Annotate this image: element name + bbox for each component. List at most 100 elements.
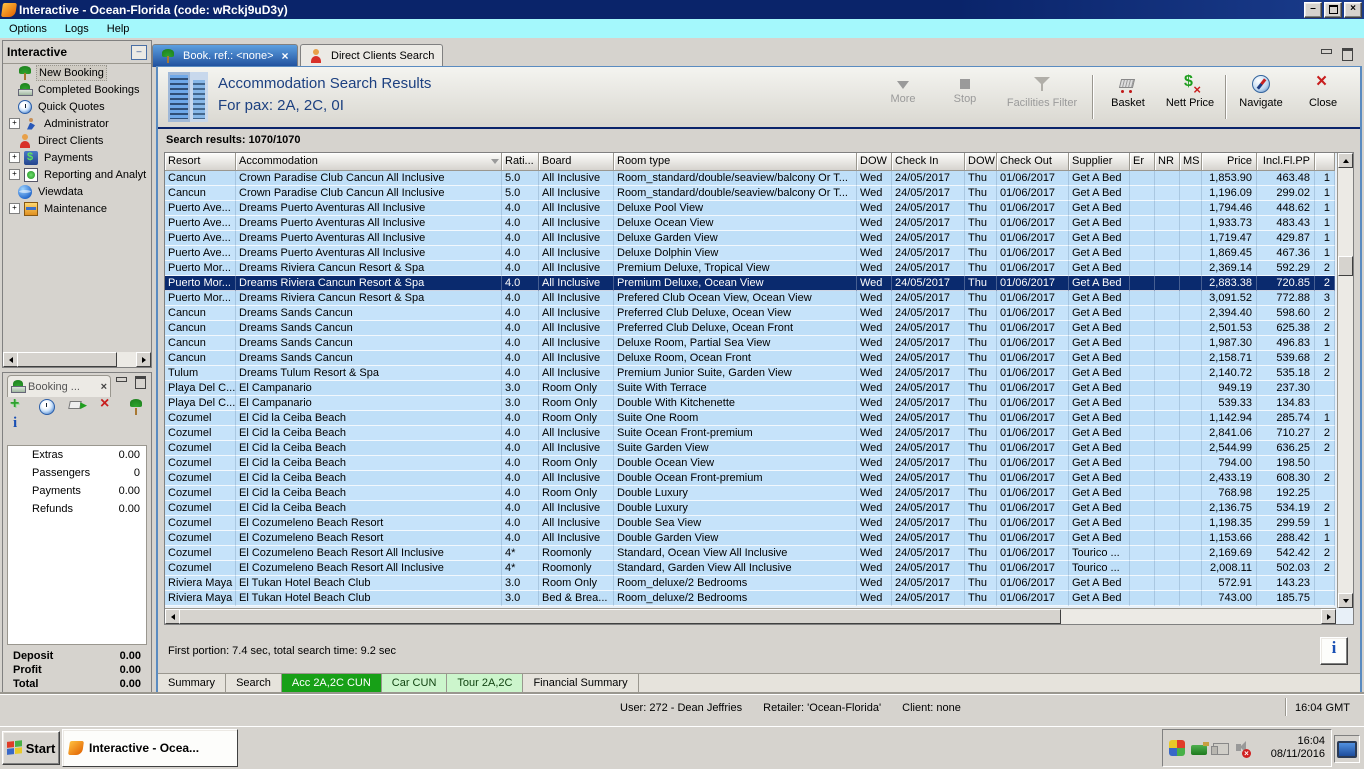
page-maximize-icon[interactable] bbox=[1341, 48, 1354, 61]
table-row[interactable]: Puerto Mor... Dreams Riviera Cancun Resor… bbox=[165, 261, 1335, 276]
tab-direct-clients-search[interactable]: Direct Clients Search bbox=[300, 44, 444, 67]
column-header-er[interactable]: Er bbox=[1130, 153, 1155, 171]
column-header-check-in[interactable]: Check In bbox=[892, 153, 965, 171]
table-row[interactable]: Riviera Maya El Tukan Hotel Beach Club 3.0… bbox=[165, 591, 1335, 606]
task-button[interactable]: Interactive - Ocea... bbox=[62, 729, 238, 767]
menu-item-options[interactable]: Options bbox=[0, 21, 56, 37]
table-row[interactable]: Cozumel El Cid la Ceiba Beach 4.0 All Inclu… bbox=[165, 471, 1335, 486]
sidebar-item-quick-quotes[interactable]: Quick Quotes bbox=[3, 98, 151, 115]
table-row[interactable]: Cancun Crown Paradise Club Cancun All Inc… bbox=[165, 186, 1335, 201]
redx-icon[interactable] bbox=[99, 395, 115, 415]
table-row[interactable]: Cozumel El Cozumeleno Beach Resort 4.0 All … bbox=[165, 531, 1335, 546]
show-desktop-button[interactable] bbox=[1334, 735, 1360, 763]
bottom-tab-car-cun[interactable]: Car CUN bbox=[381, 674, 448, 693]
scroll-right-arrow[interactable] bbox=[136, 352, 151, 367]
column-header-room-type[interactable]: Room type bbox=[614, 153, 857, 171]
table-row[interactable]: Cancun Crown Paradise Club Cancun All Inc… bbox=[165, 171, 1335, 186]
tab-book-ref-none-[interactable]: Book. ref.: <none> × bbox=[152, 44, 298, 67]
table-row[interactable]: Cancun Dreams Sands Cancun 4.0 All Inclusiv… bbox=[165, 336, 1335, 351]
menu-item-logs[interactable]: Logs bbox=[56, 21, 98, 37]
tree-hscrollbar[interactable] bbox=[3, 352, 151, 367]
table-row[interactable]: Cozumel El Cid la Ceiba Beach 4.0 Room Only… bbox=[165, 456, 1335, 471]
tree-expander-icon[interactable]: + bbox=[9, 118, 20, 129]
column-header-dow[interactable]: DOW bbox=[965, 153, 997, 171]
clock-icon[interactable] bbox=[39, 399, 55, 415]
table-row[interactable]: Puerto Ave... Dreams Puerto Aventuras All… bbox=[165, 216, 1335, 231]
close-window-button[interactable]: × bbox=[1344, 2, 1362, 18]
booking-maximize-icon[interactable] bbox=[134, 376, 147, 389]
plus-icon[interactable] bbox=[9, 395, 25, 415]
restore-button[interactable] bbox=[1324, 2, 1342, 18]
scroll-left-arrow[interactable] bbox=[3, 352, 18, 367]
palm-tree-icon[interactable] bbox=[129, 399, 145, 415]
sidebar-item-payments[interactable]: + Payments bbox=[3, 149, 151, 166]
tree-expander-icon[interactable]: + bbox=[9, 169, 20, 180]
sidebar-item-administrator[interactable]: + Administrator bbox=[3, 115, 151, 132]
column-header-supplier[interactable]: Supplier bbox=[1069, 153, 1130, 171]
table-row[interactable]: Cozumel El Cozumeleno Beach Resort All In… bbox=[165, 561, 1335, 576]
table-row[interactable]: Cozumel El Cozumeleno Beach Resort All In… bbox=[165, 546, 1335, 561]
table-row[interactable]: Cancun Dreams Sands Cancun 4.0 All Inclusiv… bbox=[165, 306, 1335, 321]
scroll-left-arrow[interactable] bbox=[165, 609, 180, 624]
navigate-button[interactable]: Navigate bbox=[1230, 71, 1292, 109]
booking-minimize-icon[interactable] bbox=[115, 376, 128, 387]
network-icon[interactable] bbox=[1211, 743, 1229, 755]
sidebar-item-new-booking[interactable]: New Booking bbox=[3, 64, 151, 81]
info-icon[interactable] bbox=[9, 415, 21, 432]
scroll-right-arrow[interactable] bbox=[1321, 609, 1336, 624]
tab-close-icon[interactable]: × bbox=[282, 49, 289, 63]
close-button[interactable]: Close bbox=[1292, 71, 1354, 109]
column-header-accommodation[interactable]: Accommodation bbox=[236, 153, 502, 171]
table-row[interactable]: Riviera Maya El Tukan Hotel Beach Club 3.0… bbox=[165, 576, 1335, 591]
scroll-thumb[interactable] bbox=[17, 352, 117, 367]
scroll-down-arrow[interactable] bbox=[1338, 593, 1353, 608]
table-row[interactable]: Puerto Ave... Dreams Puerto Aventuras All… bbox=[165, 231, 1335, 246]
table-row[interactable]: Puerto Ave... Dreams Puerto Aventuras All… bbox=[165, 201, 1335, 216]
bottom-tab-search[interactable]: Search bbox=[226, 674, 282, 693]
column-header-price[interactable]: Price bbox=[1202, 153, 1257, 171]
scroll-thumb[interactable] bbox=[1338, 256, 1353, 276]
table-row[interactable]: Puerto Mor... Dreams Riviera Cancun Resor… bbox=[165, 276, 1335, 291]
table-row[interactable]: Cozumel El Cid la Ceiba Beach 4.0 All Inclu… bbox=[165, 426, 1335, 441]
grid-vscrollbar[interactable] bbox=[1337, 153, 1353, 608]
column-header-dow[interactable]: DOW bbox=[857, 153, 892, 171]
sidebar-item-reporting-and-analyt[interactable]: + Reporting and Analyt bbox=[3, 166, 151, 183]
table-row[interactable]: Cozumel El Cid la Ceiba Beach 4.0 All Inclu… bbox=[165, 441, 1335, 456]
table-row[interactable]: Cancun Dreams Sands Cancun 4.0 All Inclusiv… bbox=[165, 321, 1335, 336]
cart-add-icon[interactable] bbox=[69, 399, 87, 415]
column-header-ms[interactable]: MS bbox=[1180, 153, 1202, 171]
bottom-tab-acc-2a-2c-cun[interactable]: Acc 2A,2C CUN bbox=[281, 674, 382, 693]
volume-muted-icon[interactable] bbox=[1235, 740, 1251, 758]
sidebar-item-viewdata[interactable]: Viewdata bbox=[3, 183, 151, 200]
table-row[interactable]: Playa Del C... El Campanario 3.0 Room Only D… bbox=[165, 396, 1335, 411]
table-row[interactable]: Tulum Dreams Tulum Resort & Spa 4.0 All Inc… bbox=[165, 366, 1335, 381]
sidebar-item-direct-clients[interactable]: Direct Clients bbox=[3, 132, 151, 149]
tree-expander-icon[interactable]: + bbox=[9, 203, 20, 214]
menu-item-help[interactable]: Help bbox=[98, 21, 139, 37]
nett-price-button[interactable]: Nett Price bbox=[1159, 71, 1221, 109]
column-header-nr[interactable]: NR bbox=[1155, 153, 1180, 171]
column-header-extra[interactable] bbox=[1315, 153, 1335, 171]
booking-tab[interactable]: Booking ... × bbox=[7, 375, 111, 397]
table-row[interactable]: Puerto Ave... Dreams Puerto Aventuras All… bbox=[165, 246, 1335, 261]
column-header-rati-[interactable]: Rati... bbox=[502, 153, 539, 171]
start-button[interactable]: Start bbox=[2, 731, 60, 765]
column-header-resort[interactable]: Resort bbox=[165, 153, 236, 171]
bottom-tab-tour-2a-2c[interactable]: Tour 2A,2C bbox=[447, 674, 524, 693]
table-row[interactable]: Cozumel El Cid la Ceiba Beach 4.0 All Inclu… bbox=[165, 501, 1335, 516]
bottom-tab-summary[interactable]: Summary bbox=[158, 674, 227, 693]
scroll-thumb[interactable] bbox=[179, 609, 1061, 624]
security-icon[interactable] bbox=[1169, 740, 1185, 756]
tree-expander-icon[interactable]: + bbox=[9, 152, 20, 163]
table-row[interactable]: Cozumel El Cozumeleno Beach Resort 4.0 All … bbox=[165, 516, 1335, 531]
table-row[interactable]: Cozumel El Cid la Ceiba Beach 4.0 Room Only… bbox=[165, 411, 1335, 426]
table-row[interactable]: Puerto Mor... Dreams Riviera Cancun Resor… bbox=[165, 291, 1335, 306]
column-header-check-out[interactable]: Check Out bbox=[997, 153, 1069, 171]
sidebar-item-completed-bookings[interactable]: Completed Bookings bbox=[3, 81, 151, 98]
booking-tab-close-icon[interactable]: × bbox=[101, 381, 107, 393]
table-row[interactable]: Cozumel El Cid la Ceiba Beach 4.0 Room Only… bbox=[165, 486, 1335, 501]
grid-hscrollbar[interactable] bbox=[165, 608, 1336, 624]
info-button[interactable]: i bbox=[1320, 637, 1348, 665]
net-card-icon[interactable] bbox=[1191, 742, 1209, 755]
bottom-tab-financial-summary[interactable]: Financial Summary bbox=[523, 674, 639, 693]
